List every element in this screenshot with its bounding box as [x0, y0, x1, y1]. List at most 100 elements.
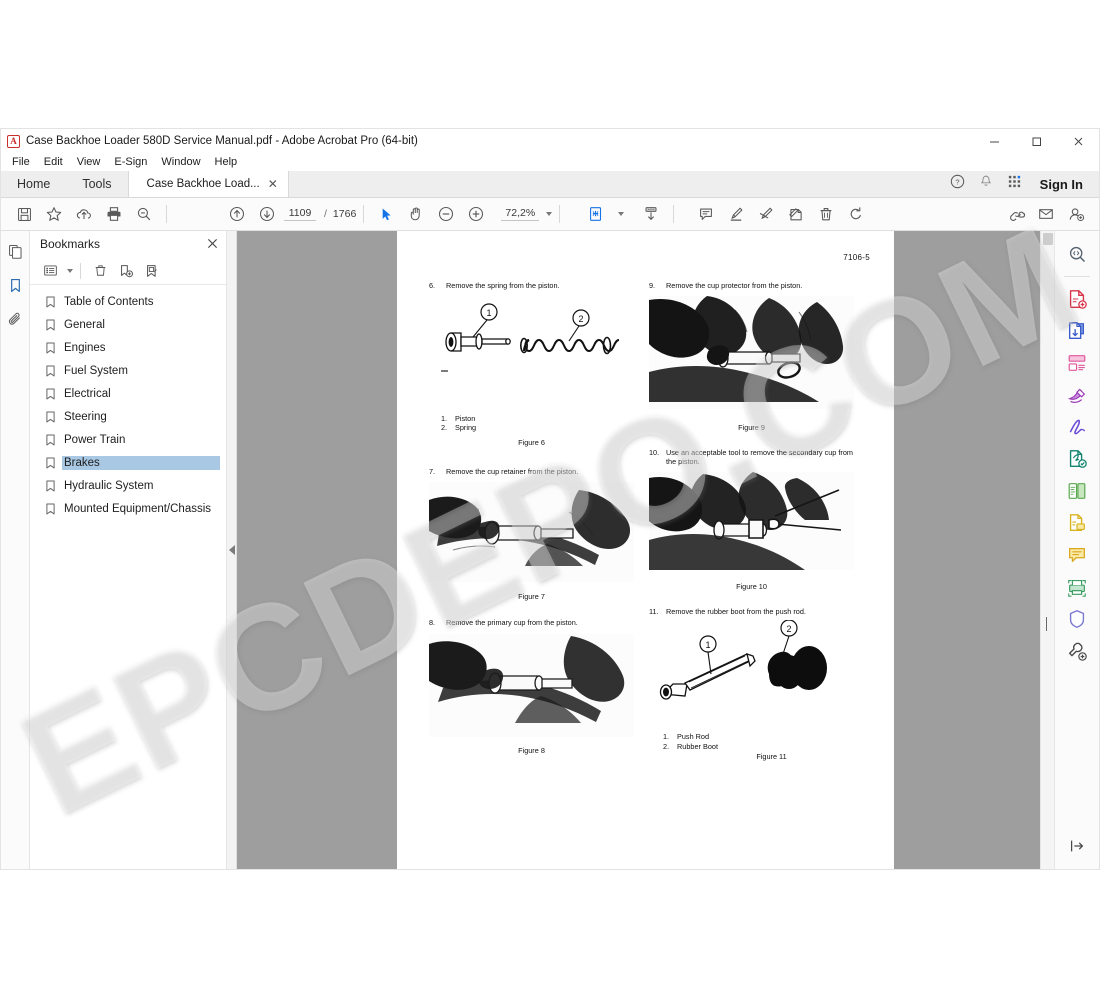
- acrobat-window: A Case Backhoe Loader 580D Service Manua…: [0, 128, 1100, 870]
- bookmark-item-fuel-system[interactable]: Fuel System: [30, 361, 226, 384]
- collapse-panel-arrow-icon[interactable]: [227, 231, 237, 869]
- bookmark-options-caret-icon[interactable]: [67, 268, 73, 273]
- page-number-input[interactable]: 1109: [284, 207, 316, 221]
- bookmarks-toolbar: [30, 257, 226, 285]
- scrollbar-thumb[interactable]: [1043, 233, 1053, 245]
- edit-bookmark-icon[interactable]: [140, 260, 164, 282]
- close-button[interactable]: [1057, 129, 1099, 153]
- edit-pdf-icon[interactable]: [1060, 380, 1094, 410]
- zoom-level-input[interactable]: 72,2%: [501, 207, 540, 221]
- document-tab[interactable]: Case Backhoe Load... ✕: [127, 171, 289, 197]
- bookmark-toolbar-separator: [80, 262, 81, 279]
- close-icon[interactable]: [207, 237, 218, 252]
- protect-icon[interactable]: [1060, 604, 1094, 634]
- bookmark-label: Mounted Equipment/Chassis: [64, 503, 212, 515]
- organize-pages-icon[interactable]: [1060, 348, 1094, 378]
- compare-files-icon[interactable]: [1060, 476, 1094, 506]
- figure-6-legend: 1. Piston 2. Spring: [441, 414, 634, 433]
- document-tab-close-icon[interactable]: ✕: [268, 178, 278, 190]
- bookmark-item-brakes[interactable]: Brakes: [30, 453, 226, 476]
- bookmark-item-table-of-contents[interactable]: Table of Contents: [30, 292, 226, 315]
- expand-tools-panel-icon[interactable]: [1060, 831, 1094, 861]
- svg-text:1: 1: [486, 308, 491, 318]
- bookmarks-icon[interactable]: [3, 273, 27, 297]
- bookmark-item-steering[interactable]: Steering: [30, 407, 226, 430]
- vertical-scrollbar[interactable]: [1040, 231, 1054, 869]
- svg-text:2: 2: [578, 314, 583, 324]
- delete-bookmark-icon[interactable]: [88, 260, 112, 282]
- scroll-mode-icon[interactable]: [636, 201, 666, 227]
- bookmark-icon: [46, 434, 55, 450]
- menu-bar: File Edit View E-Sign Window Help: [1, 153, 1099, 171]
- strikethrough-text-icon[interactable]: [751, 201, 781, 227]
- toolbar-separator-4: [673, 205, 675, 223]
- find-text-icon[interactable]: [129, 201, 159, 227]
- tab-tools[interactable]: Tools: [66, 171, 127, 197]
- page-display-caret-icon[interactable]: [618, 212, 625, 216]
- bookmark-item-mounted-equipment-chassis[interactable]: Mounted Equipment/Chassis: [30, 499, 226, 522]
- add-comment-icon[interactable]: [1060, 540, 1094, 570]
- page-thumbnails-icon[interactable]: [3, 239, 27, 263]
- request-e-signatures-icon[interactable]: [1060, 444, 1094, 474]
- bookmark-item-engines[interactable]: Engines: [30, 338, 226, 361]
- new-bookmark-icon[interactable]: [114, 260, 138, 282]
- notification-bell-icon[interactable]: [979, 174, 993, 194]
- highlight-text-icon[interactable]: [721, 201, 751, 227]
- menu-file[interactable]: File: [5, 155, 37, 169]
- app-grid-icon[interactable]: [1007, 174, 1022, 194]
- export-pdf-icon[interactable]: [1060, 316, 1094, 346]
- pdf-canvas[interactable]: 7106-5 6. Remove the spring from the pis…: [237, 231, 1040, 869]
- figure-7-caption: Figure 7: [518, 592, 545, 601]
- maximize-button[interactable]: [1015, 129, 1057, 153]
- rotate-page-icon[interactable]: [841, 201, 871, 227]
- window-controls: [973, 129, 1099, 153]
- step-7: 7. Remove the cup retainer from the pist…: [429, 467, 634, 477]
- bookmark-item-hydraulic-system[interactable]: Hydraulic System: [30, 476, 226, 499]
- add-person-icon[interactable]: [1061, 201, 1091, 227]
- hand-pan-icon[interactable]: [401, 201, 431, 227]
- menu-edit[interactable]: Edit: [37, 155, 70, 169]
- zoom-in-icon[interactable]: [461, 201, 491, 227]
- sign-in-button[interactable]: Sign In: [1036, 177, 1087, 192]
- pdf-page[interactable]: 7106-5 6. Remove the spring from the pis…: [397, 231, 894, 869]
- bookmark-item-general[interactable]: General: [30, 315, 226, 338]
- menu-e-sign[interactable]: E-Sign: [107, 155, 154, 169]
- next-page-icon[interactable]: [252, 201, 282, 227]
- step-9-text: Remove the cup protector from the piston…: [666, 281, 803, 290]
- previous-page-icon[interactable]: [222, 201, 252, 227]
- create-pdf-icon[interactable]: [1060, 284, 1094, 314]
- more-tools-icon[interactable]: [1060, 636, 1094, 666]
- bookmark-item-power-train[interactable]: Power Train: [30, 430, 226, 453]
- window-title: Case Backhoe Loader 580D Service Manual.…: [26, 135, 418, 147]
- sign-icon[interactable]: [1060, 412, 1094, 442]
- add-stamp-icon[interactable]: [781, 201, 811, 227]
- delete-icon[interactable]: [811, 201, 841, 227]
- svg-text:1: 1: [705, 640, 710, 650]
- print-icon[interactable]: [99, 201, 129, 227]
- menu-view[interactable]: View: [70, 155, 108, 169]
- add-comment-icon[interactable]: [691, 201, 721, 227]
- bookmark-icon: [46, 411, 55, 427]
- bookmark-item-electrical[interactable]: Electrical: [30, 384, 226, 407]
- menu-help[interactable]: Help: [208, 155, 245, 169]
- tab-home[interactable]: Home: [1, 171, 66, 197]
- help-circle-icon[interactable]: ?: [950, 174, 965, 194]
- save-icon[interactable]: [9, 201, 39, 227]
- select-cursor-icon[interactable]: [371, 201, 401, 227]
- zoom-out-icon[interactable]: [431, 201, 461, 227]
- share-link-icon[interactable]: [1001, 201, 1031, 227]
- page-fit-icon[interactable]: [581, 201, 611, 227]
- scan-and-ocr-icon[interactable]: [1060, 572, 1094, 602]
- attachments-icon[interactable]: [3, 307, 27, 331]
- add-to-favorites-icon[interactable]: [39, 201, 69, 227]
- fill-and-sign-icon[interactable]: [1060, 508, 1094, 538]
- minimize-button[interactable]: [973, 129, 1015, 153]
- upload-to-cloud-icon[interactable]: [69, 201, 99, 227]
- menu-window[interactable]: Window: [154, 155, 207, 169]
- figure-8-illustration: [429, 633, 634, 737]
- email-icon[interactable]: [1031, 201, 1061, 227]
- bookmark-options-icon[interactable]: [38, 260, 62, 282]
- toolbar-separator-2: [363, 205, 365, 223]
- zoom-dropdown-caret-icon[interactable]: [546, 212, 553, 216]
- search-document-icon[interactable]: [1060, 239, 1094, 269]
